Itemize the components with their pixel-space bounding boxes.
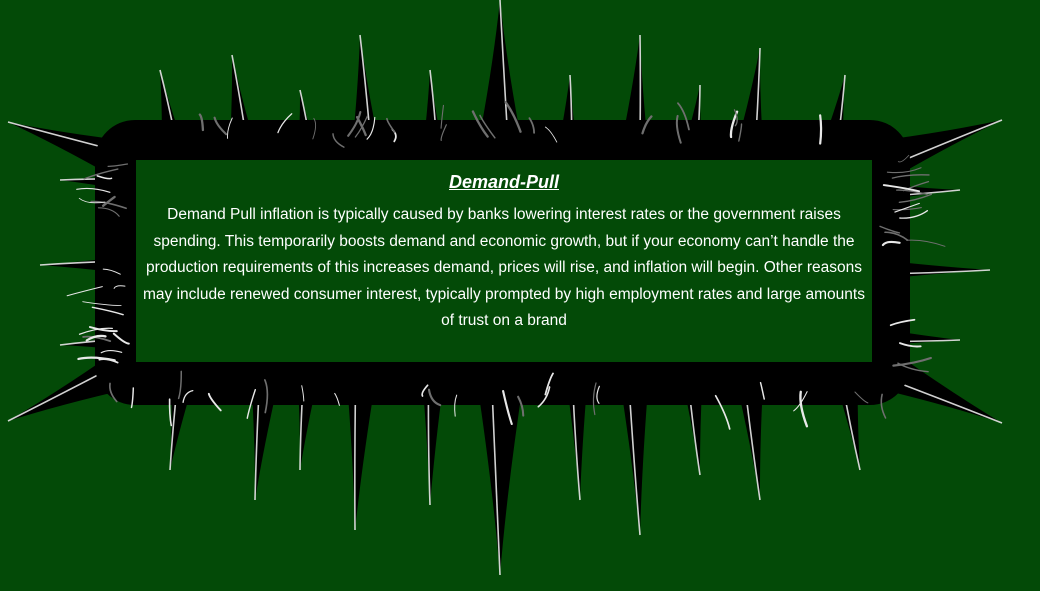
text-panel: Demand-Pull Demand Pull inflation is typ… bbox=[133, 157, 875, 365]
panel-title: Demand-Pull bbox=[448, 172, 559, 192]
panel-body: Demand Pull inflation is typically cause… bbox=[143, 206, 865, 329]
chrome-streak-28 bbox=[906, 239, 946, 247]
chrome-streak-18 bbox=[819, 114, 823, 145]
